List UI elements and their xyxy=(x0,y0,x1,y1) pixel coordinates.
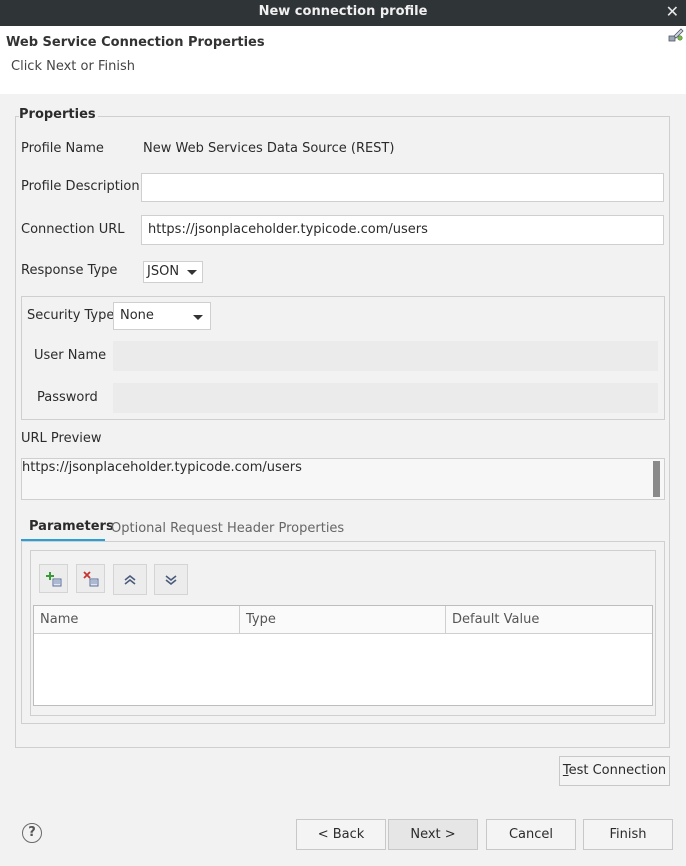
properties-group-label: Properties xyxy=(19,107,98,122)
url-preview-label: URL Preview xyxy=(21,431,102,446)
chevron-down-icon xyxy=(193,315,203,320)
security-type-select[interactable]: None xyxy=(113,302,211,330)
next-button[interactable]: Next > xyxy=(388,819,478,850)
window-title: New connection profile xyxy=(258,4,428,19)
move-up-icon xyxy=(124,574,136,585)
tab-optional-request-header-properties[interactable]: Optional Request Header Properties xyxy=(111,521,344,536)
profile-description-field[interactable] xyxy=(141,173,664,202)
connection-wizard-icon xyxy=(668,28,684,42)
password-label: Password xyxy=(37,390,98,405)
remove-parameter-icon xyxy=(82,570,98,586)
wizard-header: Web Service Connection Properties Click … xyxy=(0,26,686,94)
url-preview-value: https://jsonplaceholder.typicode.com/use… xyxy=(22,460,302,475)
parameters-table[interactable]: Name Type Default Value xyxy=(33,605,653,706)
page-subtitle: Click Next or Finish xyxy=(11,59,135,74)
security-type-value: None xyxy=(120,308,154,323)
username-label: User Name xyxy=(34,348,107,363)
cancel-button[interactable]: Cancel xyxy=(486,819,576,850)
move-down-button[interactable] xyxy=(154,564,188,595)
test-connection-button[interactable]: Test Connection xyxy=(559,756,670,786)
response-type-select[interactable]: JSON xyxy=(143,261,203,283)
back-button[interactable]: < Back xyxy=(296,819,386,850)
tab-parameters[interactable]: Parameters xyxy=(29,519,114,534)
profile-description-label: Profile Description xyxy=(21,179,140,194)
password-field[interactable] xyxy=(113,383,658,413)
add-parameter-icon xyxy=(45,571,61,586)
profile-name-value: New Web Services Data Source (REST) xyxy=(143,141,395,156)
title-bar: New connection profile ✕ xyxy=(0,0,686,26)
security-type-label: Security Type xyxy=(27,308,115,323)
profile-name-label: Profile Name xyxy=(21,141,104,156)
help-icon[interactable]: ? xyxy=(22,823,42,843)
response-type-label: Response Type xyxy=(21,263,118,278)
column-header-default-value[interactable]: Default Value xyxy=(446,606,652,634)
connection-url-label: Connection URL xyxy=(21,222,125,237)
response-type-value: JSON xyxy=(147,264,180,279)
connection-url-field[interactable]: https://jsonplaceholder.typicode.com/use… xyxy=(141,215,664,245)
remove-parameter-button[interactable] xyxy=(76,564,105,593)
column-header-name[interactable]: Name xyxy=(34,606,240,634)
finish-button[interactable]: Finish xyxy=(583,819,673,850)
page-title: Web Service Connection Properties xyxy=(6,35,265,50)
column-header-type[interactable]: Type xyxy=(240,606,446,634)
chevron-down-icon xyxy=(187,270,197,275)
url-preview-box[interactable]: https://jsonplaceholder.typicode.com/use… xyxy=(21,458,665,500)
move-up-button[interactable] xyxy=(113,564,147,595)
add-parameter-button[interactable] xyxy=(39,564,68,593)
username-field[interactable] xyxy=(113,341,658,371)
close-icon[interactable]: ✕ xyxy=(666,2,679,21)
preview-scrollbar[interactable] xyxy=(653,461,660,497)
move-down-icon xyxy=(165,574,177,585)
test-connection-label: est Connection xyxy=(568,763,667,778)
